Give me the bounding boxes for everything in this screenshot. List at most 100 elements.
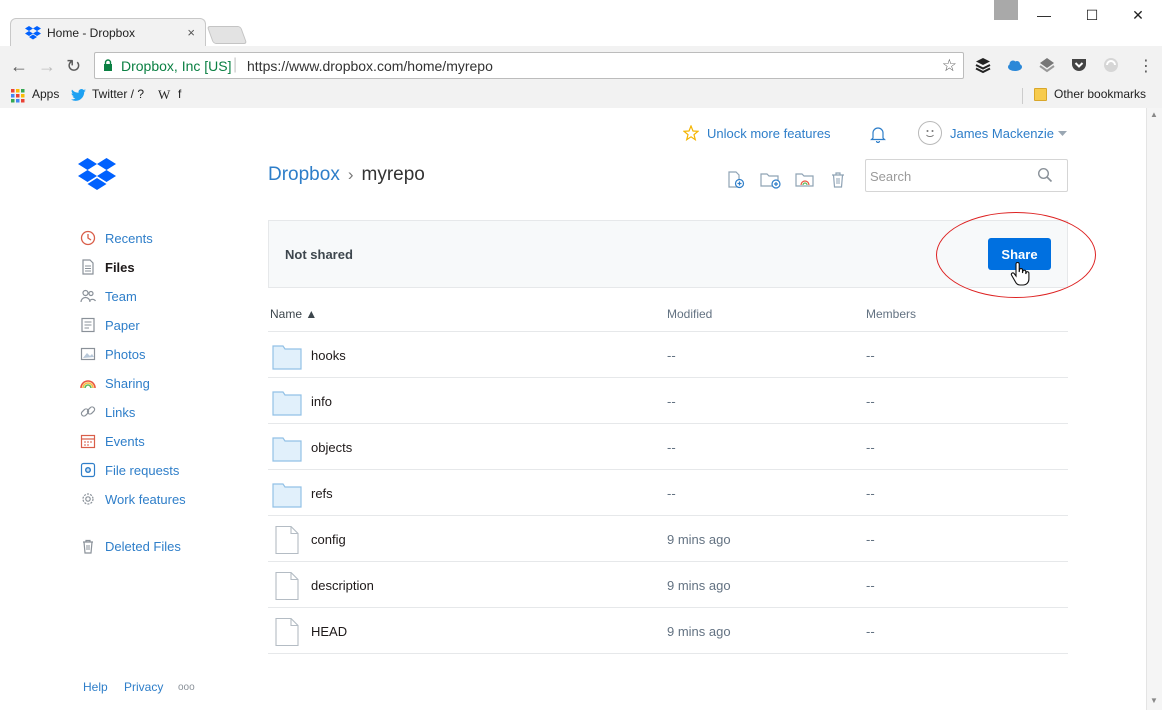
buffer-extension-icon[interactable] xyxy=(974,56,992,74)
bookmarks-divider xyxy=(1022,88,1023,104)
sidebar-item-label: Work features xyxy=(105,491,186,507)
shared-folder-icon[interactable] xyxy=(795,171,815,189)
modified-value: 9 mins ago xyxy=(667,532,731,547)
sidebar-item-label: File requests xyxy=(105,462,180,478)
omnibox[interactable]: Dropbox, Inc [US] | https://www.dropbox.… xyxy=(94,52,964,79)
upload-file-icon[interactable] xyxy=(727,171,745,189)
people-icon xyxy=(80,289,96,303)
members-value: -- xyxy=(866,348,875,363)
paper-icon xyxy=(81,317,95,333)
site-identity[interactable]: Dropbox, Inc [US] xyxy=(121,58,232,74)
table-row[interactable]: HEAD 9 mins ago -- xyxy=(268,607,1068,653)
sidebar-item-sharing[interactable]: Sharing xyxy=(80,373,150,393)
sidebar-item-files[interactable]: Files xyxy=(80,257,135,277)
dropbox-logo[interactable] xyxy=(78,158,116,192)
forward-button[interactable]: → xyxy=(38,56,56,77)
file-name[interactable]: hooks xyxy=(311,348,346,363)
bookmark-twitter[interactable]: Twitter / ? xyxy=(92,87,144,101)
name-column-header[interactable]: Name ▲ xyxy=(270,307,317,321)
file-name[interactable]: info xyxy=(311,394,332,409)
bookmark-apps[interactable]: Apps xyxy=(32,87,59,101)
chevron-down-icon[interactable] xyxy=(1058,131,1067,137)
members-value: -- xyxy=(866,624,875,639)
sidebar-item-photos[interactable]: Photos xyxy=(80,344,145,364)
folder-icon xyxy=(272,437,302,462)
sidebar-item-deleted-files[interactable]: Deleted Files xyxy=(80,536,181,556)
maximize-button[interactable]: ☐ xyxy=(1072,4,1112,26)
folder-icon xyxy=(272,483,302,508)
hand-cursor-icon xyxy=(1010,262,1030,286)
bookmark-facebook[interactable]: f xyxy=(178,87,181,101)
search-input[interactable] xyxy=(870,166,1030,186)
scroll-up-icon[interactable]: ▲ xyxy=(1150,110,1158,119)
bookmarks-bar: Apps Twitter / ? W f Other bookmarks xyxy=(0,84,1162,108)
sidebar-item-label: Deleted Files xyxy=(105,538,181,554)
members-column-header[interactable]: Members xyxy=(866,307,916,321)
reload-button[interactable]: ↻ xyxy=(66,56,81,77)
address-bar-row: ← → ↻ Dropbox, Inc [US] | https://www.dr… xyxy=(0,46,1162,84)
file-name[interactable]: objects xyxy=(311,440,352,455)
browser-tab[interactable]: Home - Dropbox × xyxy=(10,18,206,46)
bookmark-other[interactable]: Other bookmarks xyxy=(1054,87,1146,101)
pocket-extension-icon[interactable] xyxy=(1070,56,1088,74)
browser-chrome: Home - Dropbox × — ☐ ✕ ← → ↻ Dropbox, In… xyxy=(0,0,1162,108)
file-name[interactable]: HEAD xyxy=(311,624,347,639)
user-name[interactable]: James Mackenzie xyxy=(950,126,1054,141)
gear-icon xyxy=(82,493,94,505)
sidebar-item-team[interactable]: Team xyxy=(80,286,137,306)
bookmark-star-icon[interactable]: ☆ xyxy=(942,56,957,76)
sidebar-item-label: Paper xyxy=(105,317,140,333)
apps-grid-icon xyxy=(11,89,25,103)
table-row[interactable]: config 9 mins ago -- xyxy=(268,515,1068,561)
smiley-icon xyxy=(926,130,934,138)
search-icon[interactable] xyxy=(1037,167,1053,183)
members-value: -- xyxy=(866,394,875,409)
modified-value: -- xyxy=(667,440,676,455)
delete-icon[interactable] xyxy=(830,171,846,189)
file-name[interactable]: config xyxy=(311,532,346,547)
sidebar-item-file-requests[interactable]: File requests xyxy=(80,460,179,480)
clock-icon xyxy=(80,230,96,246)
avatar[interactable] xyxy=(918,121,942,145)
table-row[interactable]: info -- -- xyxy=(268,377,1068,423)
help-link[interactable]: Help xyxy=(83,680,108,694)
lock-icon xyxy=(104,59,112,71)
tab-close-icon[interactable]: × xyxy=(187,25,195,40)
cloud-extension-icon[interactable] xyxy=(1006,56,1024,74)
browser-menu-icon[interactable]: ⋮ xyxy=(1138,56,1154,76)
sidebar-item-label: Recents xyxy=(105,230,153,246)
page-scrollbar[interactable] xyxy=(1146,108,1162,710)
folder-icon xyxy=(272,345,302,370)
breadcrumb: Dropbox › myrepo xyxy=(268,164,425,186)
unlock-features-link[interactable]: Unlock more features xyxy=(707,126,831,141)
table-row[interactable]: refs -- -- xyxy=(268,469,1068,515)
disabled-extension-icon[interactable] xyxy=(1102,56,1120,74)
sidebar-item-links[interactable]: Links xyxy=(80,402,135,422)
sidebar-item-events[interactable]: Events xyxy=(80,431,145,451)
new-tab-button[interactable] xyxy=(206,26,248,44)
profile-icon[interactable] xyxy=(994,0,1018,20)
url-text[interactable]: https://www.dropbox.com/home/myrepo xyxy=(247,58,493,74)
back-button[interactable]: ← xyxy=(10,56,28,77)
modified-column-header[interactable]: Modified xyxy=(667,307,712,321)
file-name[interactable]: description xyxy=(311,578,374,593)
members-value: -- xyxy=(866,532,875,547)
table-row[interactable]: description 9 mins ago -- xyxy=(268,561,1068,607)
table-row[interactable]: objects -- -- xyxy=(268,423,1068,469)
sidebar-item-paper[interactable]: Paper xyxy=(80,315,140,335)
scroll-down-icon[interactable]: ▼ xyxy=(1150,696,1158,705)
close-window-button[interactable]: ✕ xyxy=(1118,4,1158,26)
breadcrumb-root[interactable]: Dropbox xyxy=(268,164,340,185)
sidebar-item-recents[interactable]: Recents xyxy=(80,228,153,248)
members-value: -- xyxy=(866,440,875,455)
more-options-icon[interactable]: ooo xyxy=(178,682,195,693)
privacy-link[interactable]: Privacy xyxy=(124,680,163,694)
new-folder-icon[interactable] xyxy=(760,171,782,189)
file-name[interactable]: refs xyxy=(311,486,333,501)
reader-extension-icon[interactable] xyxy=(1038,56,1056,74)
minimize-button[interactable]: — xyxy=(1024,4,1064,26)
table-row[interactable]: hooks -- -- xyxy=(268,331,1068,377)
sidebar-item-work-features[interactable]: Work features xyxy=(80,489,186,509)
bookmark-wikipedia[interactable]: W xyxy=(158,87,170,103)
bell-icon[interactable] xyxy=(870,125,886,143)
